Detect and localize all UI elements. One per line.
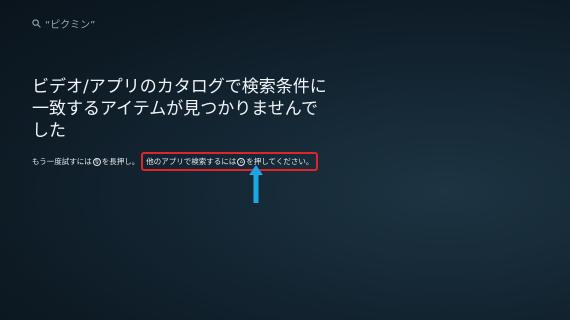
microphone-button-icon: 🎙 xyxy=(92,157,101,166)
hint-text-long-press: を長押し。 xyxy=(101,157,140,166)
hint-text-retry: もう一度試すには xyxy=(32,157,92,166)
retry-hint: もう一度試すには 🎙 を長押し。 他のアプリで検索するには ⌂ を押してください… xyxy=(32,152,319,171)
highlighted-hint: 他のアプリで検索するには ⌂ を押してください。 xyxy=(141,152,319,171)
hint-text-other-apps: 他のアプリで検索するには xyxy=(146,157,237,166)
annotation-arrow-icon xyxy=(248,165,264,207)
search-bar[interactable]: “ピクミン” xyxy=(32,16,95,31)
no-results-headline: ビデオ/アプリのカタログで検索条件に一致するアイテムが見つかりませんでした xyxy=(32,77,327,141)
search-icon xyxy=(32,19,41,28)
home-button-icon: ⌂ xyxy=(237,157,246,166)
search-query: “ピクミン” xyxy=(45,20,96,31)
